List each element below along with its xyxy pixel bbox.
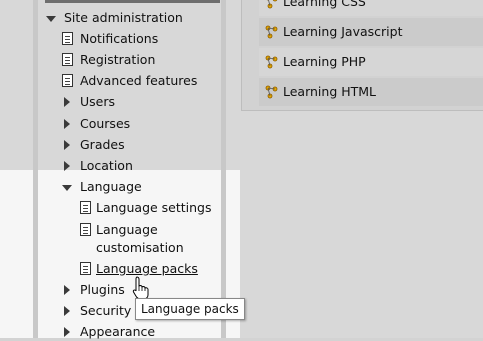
collapsed-arrow-icon[interactable] — [64, 161, 70, 171]
course-row[interactable]: Learning HTML — [259, 78, 483, 106]
course-link[interactable]: Learning Javascript — [283, 18, 402, 46]
appearance-label[interactable]: Appearance — [80, 323, 155, 341]
collapsed-arrow-icon[interactable] — [64, 306, 70, 316]
course-row[interactable]: Learning CSS — [259, 0, 483, 16]
course-row[interactable]: Learning Javascript — [259, 18, 483, 46]
language-customisation-link-line1[interactable]: Language — [96, 221, 158, 239]
settings-page-icon — [62, 74, 73, 87]
course-link[interactable]: Learning PHP — [283, 48, 366, 76]
admin-tree: Site administration Notifications Regist… — [0, 0, 240, 341]
expanded-arrow-icon[interactable] — [62, 185, 72, 191]
tooltip: Language packs — [135, 298, 245, 320]
settings-page-icon — [80, 201, 91, 214]
settings-page-icon — [80, 262, 91, 275]
users-label[interactable]: Users — [80, 93, 115, 111]
settings-page-icon — [62, 53, 73, 66]
expanded-arrow-icon[interactable] — [46, 16, 56, 22]
grades-label[interactable]: Grades — [80, 136, 125, 154]
advanced-features-link[interactable]: Advanced features — [80, 72, 197, 90]
collapsed-arrow-icon[interactable] — [64, 327, 70, 337]
course-row[interactable]: Learning PHP — [259, 48, 483, 76]
plugins-label[interactable]: Plugins — [80, 281, 125, 299]
settings-page-icon — [62, 32, 73, 45]
site-administration-label[interactable]: Site administration — [64, 9, 183, 27]
course-icon — [265, 55, 278, 69]
course-icon — [266, 0, 278, 9]
collapsed-arrow-icon[interactable] — [64, 140, 70, 150]
location-label[interactable]: Location — [80, 157, 133, 175]
security-label[interactable]: Security — [80, 302, 131, 320]
language-settings-link[interactable]: Language settings — [96, 199, 212, 217]
course-link[interactable]: Learning CSS — [283, 0, 366, 16]
language-customisation-link-line2[interactable]: customisation — [96, 239, 184, 257]
course-icon — [265, 25, 278, 39]
collapsed-arrow-icon[interactable] — [64, 119, 70, 129]
hand-pointer-cursor-icon — [132, 276, 149, 300]
registration-link[interactable]: Registration — [80, 51, 155, 69]
notifications-link[interactable]: Notifications — [80, 30, 158, 48]
settings-page-icon — [80, 223, 91, 236]
collapsed-arrow-icon[interactable] — [64, 97, 70, 107]
language-label[interactable]: Language — [80, 178, 142, 196]
collapsed-arrow-icon[interactable] — [64, 285, 70, 295]
course-icon — [265, 85, 278, 99]
courses-label[interactable]: Courses — [80, 115, 130, 133]
course-link[interactable]: Learning HTML — [283, 78, 376, 106]
